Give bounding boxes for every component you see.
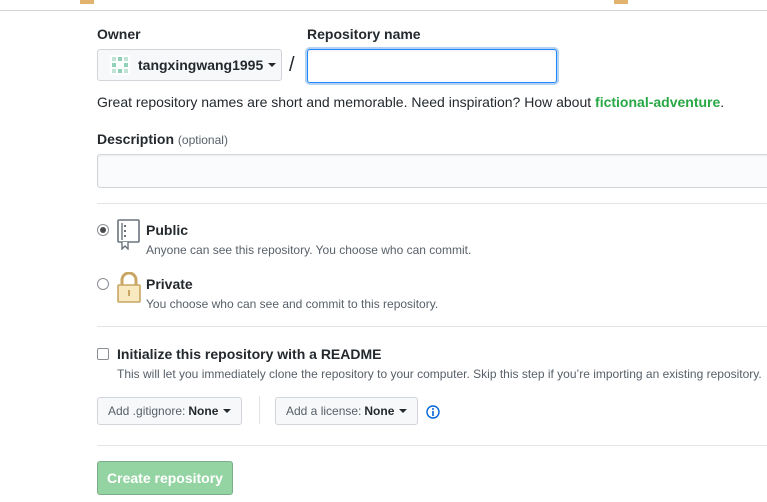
repo-name-input[interactable]	[307, 49, 557, 83]
license-value: None	[364, 404, 395, 418]
private-note: You choose who can see and commit to thi…	[146, 297, 439, 311]
public-radio[interactable]	[97, 224, 109, 236]
owner-avatar	[110, 55, 130, 75]
gitignore-label: Add .gitignore:	[108, 404, 186, 418]
gitignore-select[interactable]: Add .gitignore: None	[97, 397, 243, 425]
private-radio[interactable]	[97, 278, 109, 290]
name-suggestion-link[interactable]: fictional-adventure	[595, 94, 720, 110]
section-divider	[97, 326, 767, 327]
header-divider	[0, 10, 767, 11]
readme-title: Initialize this repository with a README	[117, 346, 382, 362]
header-mark-left	[80, 0, 94, 4]
private-title: Private	[146, 276, 193, 292]
license-select[interactable]: Add a license: None	[275, 397, 419, 425]
description-label: Description (optional)	[97, 131, 228, 147]
chevron-down-icon	[399, 409, 408, 413]
chevron-down-icon	[223, 409, 232, 413]
readme-checkbox[interactable]	[97, 348, 109, 360]
owner-username: tangxingwang1995	[138, 57, 264, 73]
owner-label: Owner	[97, 26, 141, 42]
create-repository-button[interactable]: Create repository	[97, 461, 233, 495]
description-optional: (optional)	[177, 133, 228, 147]
gitignore-value: None	[188, 404, 219, 418]
description-input[interactable]	[97, 154, 767, 188]
section-divider	[97, 445, 767, 446]
header-mark-right	[614, 0, 628, 4]
section-divider	[97, 203, 767, 204]
repo-book-icon	[117, 219, 140, 250]
public-title: Public	[146, 222, 189, 238]
description-label-text: Description	[97, 131, 175, 147]
hint-end: .	[720, 94, 725, 110]
public-note: Anyone can see this repository. You choo…	[146, 243, 472, 257]
hint-text: Great repository names are short and mem…	[97, 94, 596, 110]
select-divider	[259, 396, 260, 424]
owner-select-button[interactable]: tangxingwang1995	[97, 49, 282, 81]
lock-icon	[117, 272, 141, 303]
readme-note: This will let you immediately clone the …	[117, 367, 762, 381]
repo-name-label: Repository name	[307, 26, 421, 42]
owner-repo-separator: /	[289, 54, 295, 76]
chevron-down-icon	[268, 63, 277, 67]
repo-name-hint: Great repository names are short and mem…	[97, 94, 724, 110]
license-label: Add a license:	[286, 404, 362, 418]
info-icon[interactable]	[426, 405, 440, 419]
